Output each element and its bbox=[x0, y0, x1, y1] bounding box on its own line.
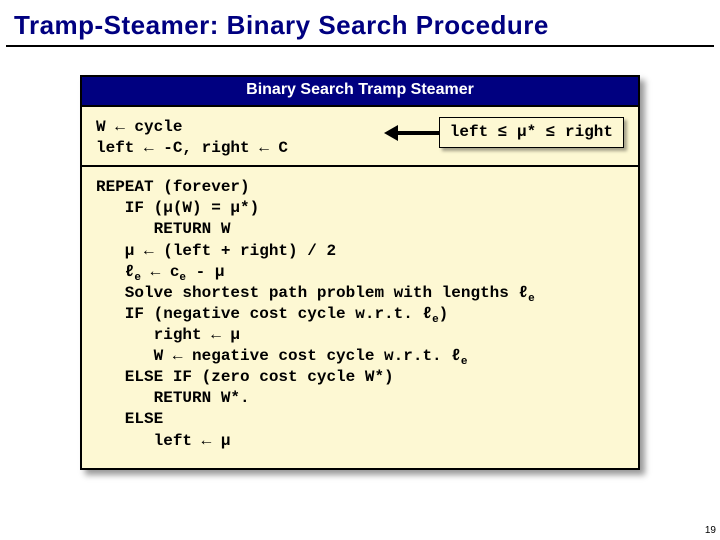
repeat-l12: ELSE bbox=[96, 410, 163, 428]
arrow-head-icon bbox=[384, 125, 398, 141]
repeat-l3: RETURN W bbox=[96, 220, 230, 238]
repeat-l6a: Solve shortest path problem with lengths… bbox=[96, 284, 528, 302]
init-lines: W ← cycle left ← -C, right ← C bbox=[96, 117, 288, 159]
init-line-2: left ← -C, right ← C bbox=[96, 139, 288, 157]
repeat-l9a: W ← negative cost cycle w.r.t. ℓ bbox=[96, 347, 461, 365]
repeat-l11: RETURN W*. bbox=[96, 389, 250, 407]
sub-e-4: e bbox=[432, 314, 439, 326]
invariant-box: left ≤ μ* ≤ right bbox=[439, 117, 624, 148]
sub-e-5: e bbox=[461, 356, 468, 368]
repeat-l13: left ← μ bbox=[96, 432, 230, 450]
repeat-l2: IF (μ(W) = μ*) bbox=[96, 199, 259, 217]
repeat-block: REPEAT (forever) IF (μ(W) = μ*) RETURN W… bbox=[96, 177, 624, 451]
title-underline bbox=[6, 45, 714, 47]
repeat-l5c: - μ bbox=[186, 263, 224, 281]
repeat-l7b: ) bbox=[439, 305, 449, 323]
divider-line bbox=[82, 165, 638, 167]
slide-title: Tramp-Steamer: Binary Search Procedure bbox=[0, 0, 720, 45]
page-number: 19 bbox=[705, 525, 716, 536]
repeat-l8: right ← μ bbox=[96, 326, 240, 344]
sub-e-3: e bbox=[528, 293, 535, 305]
repeat-l4: μ ← (left + right) / 2 bbox=[96, 242, 336, 260]
arrow-shaft-icon bbox=[397, 131, 439, 135]
invariant-callout: left ≤ μ* ≤ right bbox=[384, 117, 624, 148]
algorithm-body: W ← cycle left ← -C, right ← C left ≤ μ*… bbox=[82, 107, 638, 468]
algorithm-box: Binary Search Tramp Steamer W ← cycle le… bbox=[80, 75, 640, 470]
repeat-l5a: ℓ bbox=[96, 263, 134, 281]
repeat-l1: REPEAT (forever) bbox=[96, 178, 250, 196]
algorithm-header: Binary Search Tramp Steamer bbox=[82, 77, 638, 107]
repeat-l7a: IF (negative cost cycle w.r.t. ℓ bbox=[96, 305, 432, 323]
repeat-l5b: ← c bbox=[141, 263, 179, 281]
repeat-l10: ELSE IF (zero cost cycle W*) bbox=[96, 368, 394, 386]
init-line-1: W ← cycle bbox=[96, 118, 182, 136]
init-block: W ← cycle left ← -C, right ← C left ≤ μ*… bbox=[96, 117, 624, 159]
